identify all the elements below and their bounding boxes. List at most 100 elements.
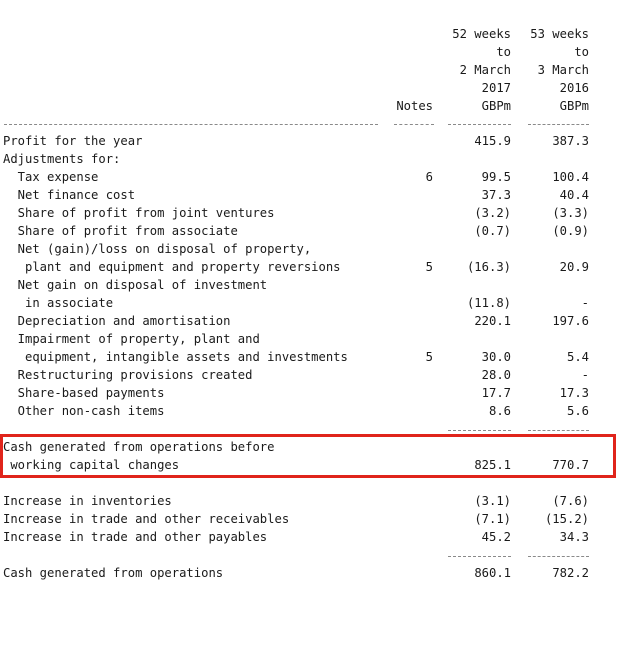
total-rule-col-b	[528, 556, 589, 557]
table-row: Net gain on disposal of investment	[0, 276, 626, 294]
col-b-header-line-5: GBPm	[559, 99, 589, 113]
row-value-2017: 220.1	[474, 314, 511, 328]
col-b-header-line-3: 3 March	[537, 63, 589, 77]
row-value-2016: 20.9	[559, 260, 589, 274]
table-row: equipment, intangible assets and investm…	[0, 348, 626, 366]
row-value-2017: 30.0	[481, 350, 511, 364]
row-label: Net (gain)/loss on disposal of property,	[3, 242, 312, 256]
row-value-2016: -	[581, 296, 589, 310]
col-b-header-line-4: 2016	[559, 81, 589, 95]
table-row: Share of profit from joint ventures (3.2…	[0, 204, 626, 222]
row-label: Net gain on disposal of investment	[3, 278, 268, 292]
table-row: Cash generated from operations 860.1 782…	[0, 564, 626, 582]
row-value-2016: 197.6	[552, 314, 589, 328]
row-value-2016: 40.4	[559, 188, 589, 202]
row-value-2017: 28.0	[481, 368, 511, 382]
row-label: Other non-cash items	[3, 404, 165, 418]
table-row: Net finance cost 37.3 40.4	[0, 186, 626, 204]
table-row: Tax expense 6 99.5 100.4	[0, 168, 626, 186]
col-a-header-line-2: to	[496, 45, 511, 59]
table-row: Cash generated from operations before	[0, 438, 626, 456]
col-b-header-line-1: 53 weeks	[530, 27, 589, 41]
row-label: Adjustments for:	[3, 152, 121, 166]
header-rule-col-a	[448, 124, 511, 125]
row-value-2017: (0.7)	[474, 224, 511, 238]
table-row: Depreciation and amortisation 220.1 197.…	[0, 312, 626, 330]
row-value-2016: 100.4	[552, 170, 589, 184]
row-label: Increase in trade and other receivables	[3, 512, 290, 526]
row-label: Share of profit from joint ventures	[3, 206, 275, 220]
row-value-2017: 860.1	[474, 566, 511, 580]
row-label: Net finance cost	[3, 188, 136, 202]
row-label: in associate	[3, 296, 114, 310]
row-value-2017: 17.7	[481, 386, 511, 400]
row-label: working capital changes	[3, 458, 180, 472]
row-value-2017: 45.2	[481, 530, 511, 544]
row-label: equipment, intangible assets and investm…	[3, 350, 348, 364]
row-label: Cash generated from operations	[3, 566, 224, 580]
table-row: Share of profit from associate (0.7) (0.…	[0, 222, 626, 240]
row-label: Cash generated from operations before	[3, 440, 275, 454]
table-row: Adjustments for:	[0, 150, 626, 168]
row-value-2017: 415.9	[474, 134, 511, 148]
row-value-2016: (15.2)	[544, 512, 589, 526]
row-value-2017: 8.6	[488, 404, 511, 418]
cash-flow-statement: 52 weeks to 2 March 2017 GBPm 53 weeks t…	[0, 0, 626, 588]
col-a-header-line-4: 2017	[481, 81, 511, 95]
table-row: plant and equipment and property reversi…	[0, 258, 626, 276]
row-notes: 5	[425, 350, 433, 364]
row-value-2017: 37.3	[481, 188, 511, 202]
subtotal-rule-col-a	[448, 430, 511, 431]
row-value-2016: (0.9)	[552, 224, 589, 238]
row-value-2017: (3.2)	[474, 206, 511, 220]
row-value-2017: (11.8)	[466, 296, 511, 310]
row-value-2016: 5.4	[566, 350, 589, 364]
notes-header: Notes	[396, 99, 433, 113]
col-b-header-line-2: to	[574, 45, 589, 59]
row-label: Increase in trade and other payables	[3, 530, 268, 544]
table-row: Increase in trade and other receivables …	[0, 510, 626, 528]
row-notes: 5	[425, 260, 433, 274]
row-value-2017: 825.1	[474, 458, 511, 472]
row-value-2016: (3.3)	[552, 206, 589, 220]
table-row: Net (gain)/loss on disposal of property,	[0, 240, 626, 258]
table-row: in associate (11.8) -	[0, 294, 626, 312]
row-label: plant and equipment and property reversi…	[3, 260, 341, 274]
row-value-2016: 17.3	[559, 386, 589, 400]
table-row: working capital changes 825.1 770.7	[0, 456, 626, 474]
header-rule-col-b	[528, 124, 589, 125]
row-label: Impairment of property, plant and	[3, 332, 260, 346]
table-row: Restructuring provisions created 28.0 -	[0, 366, 626, 384]
row-value-2016: 34.3	[559, 530, 589, 544]
row-label: Profit for the year	[3, 134, 143, 148]
row-label: Share-based payments	[3, 386, 165, 400]
row-label: Share of profit from associate	[3, 224, 238, 238]
total-rule-col-a	[448, 556, 511, 557]
table-row: Share-based payments 17.7 17.3	[0, 384, 626, 402]
row-value-2017: (3.1)	[474, 494, 511, 508]
row-value-2017: (7.1)	[474, 512, 511, 526]
row-notes: 6	[425, 170, 433, 184]
col-a-header-line-3: 2 March	[459, 63, 511, 77]
header-rule-notes	[394, 124, 434, 125]
row-label: Tax expense	[3, 170, 99, 184]
row-value-2016: (7.6)	[552, 494, 589, 508]
table-row: Profit for the year 415.9 387.3	[0, 132, 626, 150]
header-rule-label	[4, 124, 378, 125]
table-row: Other non-cash items 8.6 5.6	[0, 402, 626, 420]
col-a-header-line-5: GBPm	[481, 99, 511, 113]
row-value-2016: 387.3	[552, 134, 589, 148]
row-label: Increase in inventories	[3, 494, 172, 508]
row-value-2016: -	[581, 368, 589, 382]
row-value-2016: 770.7	[552, 458, 589, 472]
row-label: Depreciation and amortisation	[3, 314, 231, 328]
col-a-header-line-1: 52 weeks	[452, 27, 511, 41]
row-value-2017: 99.5	[481, 170, 511, 184]
row-value-2016: 5.6	[566, 404, 589, 418]
row-value-2016: 782.2	[552, 566, 589, 580]
row-value-2017: (16.3)	[466, 260, 511, 274]
row-label: Restructuring provisions created	[3, 368, 253, 382]
table-row: Impairment of property, plant and	[0, 330, 626, 348]
table-row: Increase in inventories (3.1) (7.6)	[0, 492, 626, 510]
table-row: Increase in trade and other payables 45.…	[0, 528, 626, 546]
